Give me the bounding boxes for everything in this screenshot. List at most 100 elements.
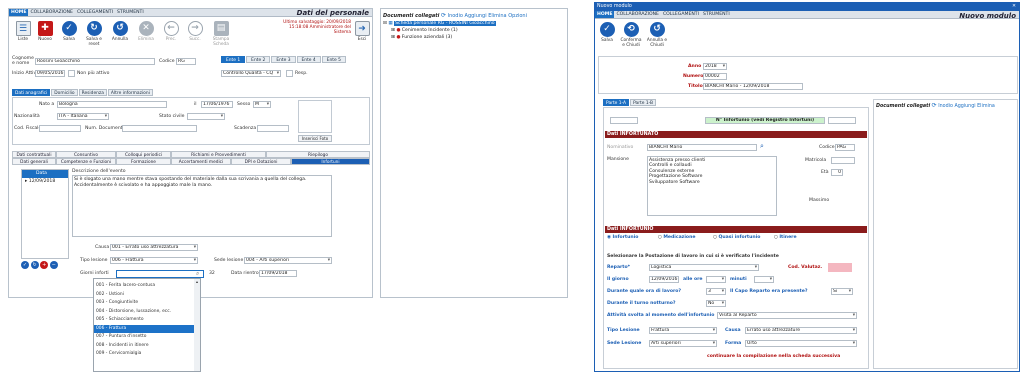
dropdown-option[interactable]: 005 - Schiacciamento [94, 316, 200, 325]
cf-field[interactable] [39, 125, 81, 132]
naz-select[interactable]: ITA - Italiana [57, 113, 109, 120]
dropdown-option[interactable]: 008 - Incidenti in itinere [94, 342, 200, 351]
dropdown-option[interactable]: 009 - Cervicomialgia [94, 350, 200, 359]
opzioni-link[interactable]: Opzioni [508, 13, 527, 19]
dropdown-option[interactable]: 007 - Puntura d'insetto [94, 333, 200, 342]
tab-colloqui[interactable]: Colloqui periodici [116, 151, 171, 158]
sesso-select[interactable]: M [253, 101, 271, 108]
il-field[interactable]: 17/06/1976 [201, 101, 233, 108]
minuti-select[interactable] [754, 276, 774, 283]
tree-item[interactable]: ⊞ ● Funzione aziendali (3) [391, 35, 452, 40]
aggiungi-link[interactable]: Aggiungi [465, 13, 487, 19]
nominativo-field[interactable]: BIANCHI Mario [647, 144, 757, 151]
radio-infortunio[interactable]: ◉ Infortunio [607, 235, 638, 240]
dropdown-option[interactable]: 004 - Distorsione, lussazione, ecc. [94, 308, 200, 317]
numdoc-field[interactable] [122, 125, 197, 132]
dropdown-scrollbar[interactable]: ▴ [194, 279, 200, 371]
tab-domicilio[interactable]: Domicilio [51, 89, 78, 96]
sede-lesione-select[interactable]: Arti superiori [649, 340, 717, 347]
anno-select[interactable]: 2018 [703, 63, 727, 70]
tab-ente-3[interactable]: Ente 3 [271, 56, 296, 63]
radio-medicazione[interactable]: ○ Medicazione [658, 235, 696, 240]
tree-item[interactable]: ⊞ ● Cenimento Incidente (1) [391, 28, 458, 33]
n-infortunio-field[interactable]: N° Infortunio (vedi Registro Infortuni) [705, 117, 825, 124]
causa-select[interactable]: Errato uso attrezzature [745, 327, 857, 334]
annulla-button[interactable]: ↺ Annulla [109, 21, 131, 42]
titolo-field[interactable]: BIANCHI Mario - 12/09/2018 [703, 83, 803, 90]
aggiungi-link[interactable]: Aggiungi [954, 104, 975, 109]
prev-button[interactable]: ← Prec. [161, 21, 181, 42]
elimina-link[interactable]: Elimina [488, 13, 506, 19]
tab-consuntivo[interactable]: Consuntivo [56, 151, 116, 158]
tab-dati-anagrafici[interactable]: Dati anagrafici [12, 89, 51, 96]
resp-checkbox[interactable] [286, 70, 293, 77]
table-row[interactable]: ▸ 12/09/2018 [22, 178, 68, 185]
tab-ente-5[interactable]: Ente 5 [321, 56, 346, 63]
reparto-select[interactable]: Logistica [649, 264, 759, 271]
inodio-link[interactable]: Inodio [448, 13, 463, 19]
nato-field[interactable]: Bologna [57, 101, 167, 108]
stato-select[interactable] [187, 113, 225, 120]
liste-button[interactable]: ☰ Liste [13, 21, 33, 42]
rientro-field[interactable]: 17/09/2018 [259, 270, 297, 277]
tree-root[interactable]: ⊟ ▦ Scheda personale RG - ROSSINI Gioacc… [383, 21, 496, 26]
conferma-chiudi-button[interactable]: ⟲ Conferma e Chiudi [619, 22, 643, 48]
elimina-link[interactable]: Elimina [977, 104, 995, 109]
attivita-select[interactable]: Visita al Reparto [717, 312, 857, 319]
cognome-field[interactable]: Rossini Gioacchino [35, 58, 155, 65]
tipo-lesione-select[interactable]: Frattura [649, 327, 717, 334]
grid-refresh-icon[interactable]: ↻ [30, 261, 39, 269]
refresh-icon[interactable]: ⟳ [441, 12, 446, 19]
refresh-icon[interactable]: ⟳ [932, 102, 937, 109]
tab-infortuni[interactable]: Infortuni [291, 158, 370, 165]
numero-field[interactable]: 00002 [703, 73, 727, 80]
n-infortunio-extra[interactable] [828, 117, 856, 124]
dropdown-option-selected[interactable]: 006 - Frattura [94, 324, 200, 333]
desc-textarea[interactable]: Si è slogato una mano mentre stava spost… [72, 175, 332, 237]
tab-collaborazione[interactable]: COLLABORAZIONE [28, 9, 74, 16]
tab-home[interactable]: HOME [595, 11, 615, 18]
tab-ente-1[interactable]: Ente 1 [221, 56, 246, 63]
elimina-button[interactable]: ✕ Elimina [135, 21, 157, 42]
grid-remove-icon[interactable]: − [49, 261, 58, 269]
valutaz-field[interactable] [828, 263, 852, 272]
inserisci-foto-button[interactable]: Inserisci Foto [298, 135, 332, 142]
tab-ente-2[interactable]: Ente 2 [246, 56, 271, 63]
tab-home[interactable]: HOME [9, 9, 29, 16]
tab-residenza[interactable]: Residenza [78, 89, 107, 96]
radio-itinere[interactable]: ○ Itinere [774, 235, 797, 240]
scad-field[interactable] [257, 125, 289, 132]
eta-field[interactable]: 0 [831, 169, 843, 176]
tab-collegamenti[interactable]: COLLEGAMENTI [661, 11, 701, 18]
matricola-field[interactable] [831, 157, 855, 164]
tipo-select[interactable]: 006 - Frattura [110, 257, 198, 264]
tab-riepilogo[interactable]: Riepilogo [266, 151, 370, 158]
tab-parte-1b[interactable]: Parte 1-B [630, 99, 657, 106]
ore-select[interactable] [706, 276, 726, 283]
causa-select[interactable]: 001 - Errato uso attrezzatura [110, 244, 198, 251]
mansione-list[interactable]: Assistenza presso clienti Controlli e col… [647, 156, 777, 216]
tab-altre-informazioni[interactable]: Altre informazioni [107, 89, 153, 96]
tab-dati-contrattuali[interactable]: Dati contrattuali [12, 151, 56, 158]
print-button[interactable]: ▤ Stampa Scheda [209, 21, 233, 47]
close-icon[interactable]: ✕ [1012, 3, 1016, 11]
search-icon[interactable]: ⌕ [760, 142, 764, 151]
salva-button[interactable]: ✓ Salva [597, 22, 617, 43]
notturno-select[interactable]: No [706, 300, 726, 307]
infortunio-left-field[interactable] [610, 117, 638, 124]
tab-collaborazione[interactable]: COLLABORAZIONE [614, 11, 660, 18]
tab-collegamenti[interactable]: COLLEGAMENTI [75, 9, 115, 16]
dropdown-option[interactable]: 001 - Ferita lacero-contusa [94, 282, 200, 291]
sede-select[interactable]: 004 - Arti superiori [244, 257, 332, 264]
inodio-link[interactable]: Inodio [938, 104, 953, 109]
tab-accertamenti[interactable]: Accertamenti medici [171, 158, 231, 165]
non-piu-attivo-checkbox[interactable] [68, 70, 75, 77]
grid-confirm-icon[interactable]: ✓ [21, 261, 29, 269]
annulla-chiudi-button[interactable]: ↺ Annulla e Chiudi [645, 22, 669, 48]
dropdown-option[interactable]: 003 - Congiuntivite [94, 299, 200, 308]
codice-field[interactable]: PAG [835, 144, 855, 151]
nuovo-button[interactable]: ✚ Nuovo [35, 21, 55, 42]
dropdown-option[interactable]: 002 - Ustioni [94, 291, 200, 300]
tab-competenze[interactable]: Competenze e Funzioni [56, 158, 116, 165]
giorno-field[interactable]: 12/09/2016 [649, 276, 679, 283]
